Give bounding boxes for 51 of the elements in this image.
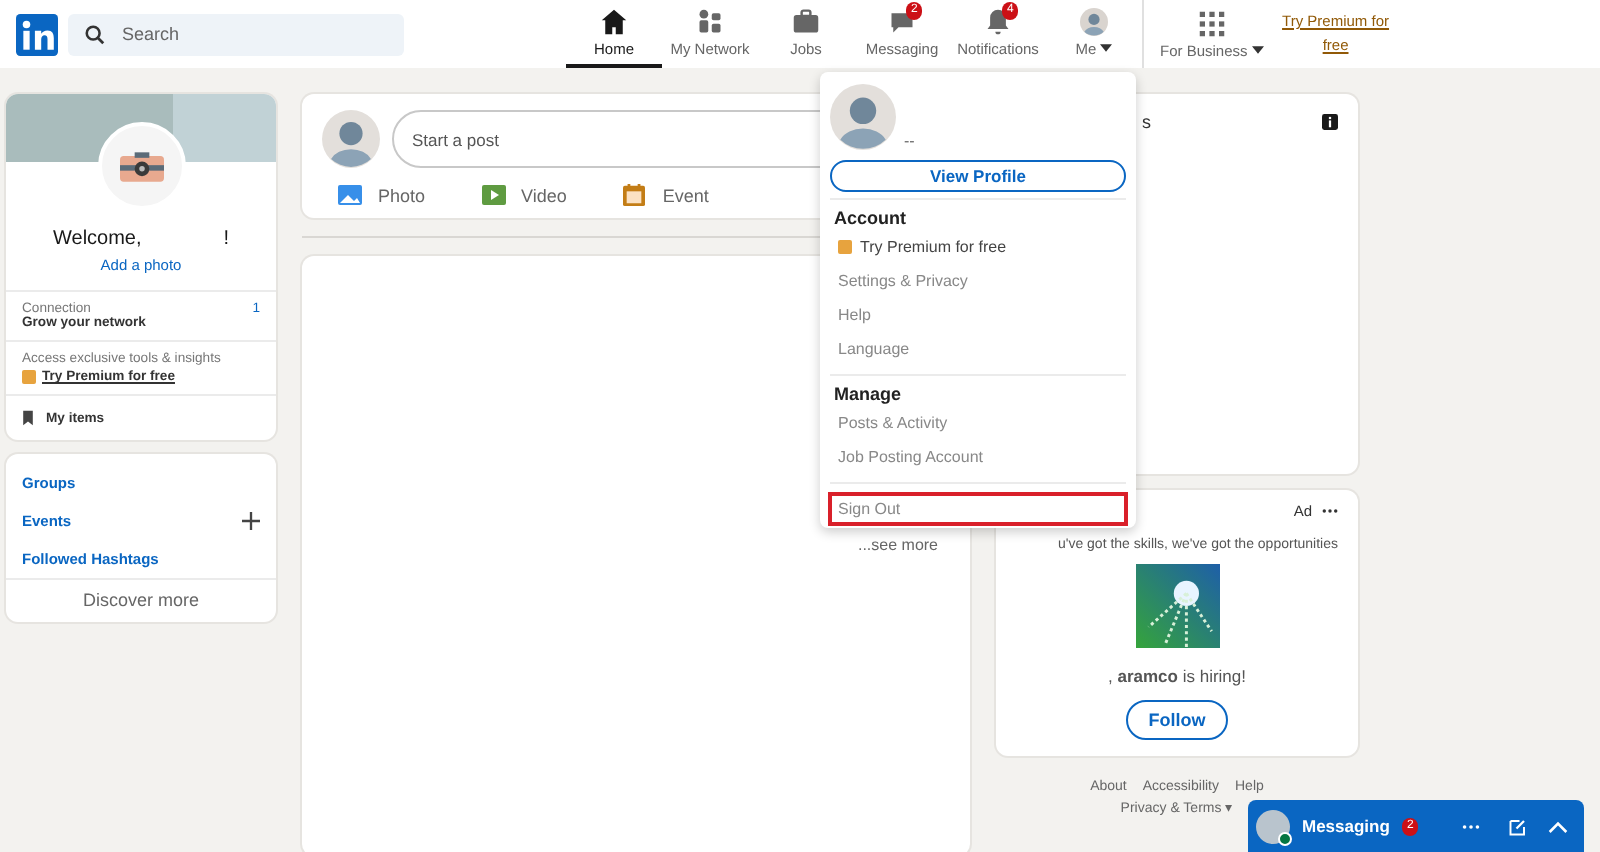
chat-icon <box>888 7 916 35</box>
camera-icon <box>119 151 163 181</box>
menu-item[interactable]: Sign Out <box>828 492 1128 526</box>
search-bar[interactable]: Search <box>68 13 404 55</box>
home-icon <box>600 7 628 35</box>
exclamation-text: ! <box>223 228 229 250</box>
menu-item[interactable]: Language <box>828 332 1128 366</box>
briefcase-icon <box>792 7 820 35</box>
caret-icon <box>1100 44 1113 52</box>
people-icon <box>696 7 724 35</box>
search-icon <box>84 23 106 45</box>
plus-icon[interactable] <box>242 512 260 530</box>
hiring-text: , aramco is hiring! <box>1108 666 1246 686</box>
post-action-button[interactable]: Event <box>622 184 709 206</box>
menu-item[interactable]: Try Premium for free <box>828 230 1128 264</box>
search-field[interactable]: Search <box>118 22 386 46</box>
more-icon[interactable] <box>1322 508 1338 514</box>
avatar-icon <box>830 84 896 150</box>
more-icon[interactable] <box>1462 823 1480 829</box>
post-action-button[interactable]: Video <box>481 184 567 206</box>
view-profile-button[interactable]: View Profile <box>830 160 1126 192</box>
menu-section-title: Account <box>834 208 908 228</box>
bookmark-icon <box>22 410 34 426</box>
menu-section-title: Manage <box>834 384 904 404</box>
see-more-link[interactable]: ...see more <box>857 536 938 554</box>
calendar-icon <box>622 184 647 206</box>
compose-icon[interactable] <box>1508 817 1528 835</box>
menu-item[interactable]: Help <box>828 298 1128 332</box>
avatar-icon <box>322 110 380 168</box>
premium-icon <box>22 370 36 384</box>
follow-button[interactable]: Follow <box>1126 700 1228 740</box>
menu-item[interactable]: Settings & Privacy <box>828 264 1128 298</box>
logo-icon[interactable] <box>16 13 58 55</box>
video-icon <box>481 184 506 206</box>
premium-icon <box>838 240 852 254</box>
caret-icon <box>1251 46 1264 54</box>
bell-icon <box>984 7 1012 35</box>
menu-item[interactable]: Posts & Activity <box>828 406 1128 440</box>
info-icon[interactable] <box>1322 114 1338 130</box>
discover-more-button[interactable]: Discover more <box>6 578 276 622</box>
welcome-text: Welcome, <box>53 228 142 250</box>
company-logo <box>1135 564 1219 648</box>
card-title: s <box>1142 112 1151 132</box>
avatar-icon <box>1256 809 1290 843</box>
menu-item[interactable]: Job Posting Account <box>828 440 1128 474</box>
avatar-icon <box>1080 7 1108 35</box>
image-icon <box>338 184 362 206</box>
post-action-button[interactable]: Photo <box>338 184 426 206</box>
grid-icon <box>1197 9 1226 37</box>
profile-name: -- <box>904 132 915 150</box>
chevron-up-icon[interactable] <box>1548 817 1568 835</box>
